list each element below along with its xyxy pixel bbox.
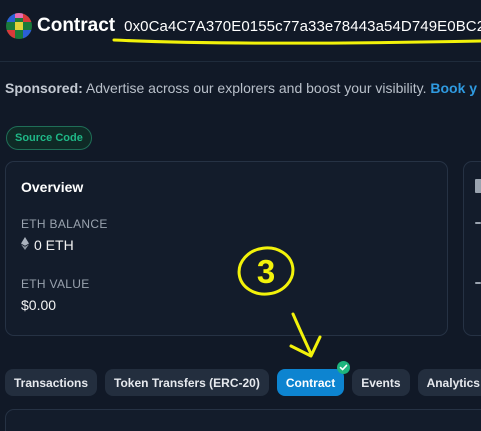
verified-check-icon	[337, 361, 351, 374]
source-code-badge[interactable]: Source Code	[6, 126, 92, 150]
tab-content-card	[5, 409, 481, 431]
sponsored-label: Sponsored:	[5, 80, 83, 96]
tab-contract[interactable]: Contract	[276, 361, 351, 396]
tab-transactions[interactable]: Transactions	[5, 369, 98, 396]
contract-tabs: Transactions Token Transfers (ERC-20) Co…	[5, 361, 481, 397]
sponsored-banner: Sponsored: Advertise across our explorer…	[5, 80, 477, 96]
tab-events[interactable]: Events	[352, 369, 410, 396]
tab-contract-label: Contract	[285, 375, 336, 390]
tab-token-transfers[interactable]: Token Transfers (ERC-20)	[105, 369, 269, 396]
eth-value-amount: $0.00	[21, 297, 57, 313]
overview-title: Overview	[21, 179, 84, 195]
contract-address[interactable]: 0x0Ca4C7A370E0155c77a33e78443a54D749E0BC…	[124, 18, 481, 35]
page-header: Contract 0x0Ca4C7A370E0155c77a33e78443a5…	[6, 10, 481, 42]
sponsored-text: Advertise across our explorers and boost…	[85, 80, 427, 96]
eth-balance-amount: 0 ETH	[34, 237, 74, 253]
contract-avatar-icon	[6, 13, 32, 39]
more-info-card-label-fragment	[475, 222, 481, 224]
tab-analytics[interactable]: Analytics	[417, 369, 481, 396]
more-info-card	[463, 161, 481, 336]
sponsored-link[interactable]: Book y	[430, 80, 477, 96]
more-info-card-title-fragment	[475, 179, 481, 193]
eth-balance-label: ETH BALANCE	[21, 217, 108, 231]
ethereum-icon	[21, 237, 29, 253]
header-divider	[0, 61, 481, 62]
overview-card: Overview ETH BALANCE 0 ETH ETH VALUE $0.…	[5, 161, 448, 336]
page-title: Contract	[37, 15, 116, 36]
page: Contract 0x0Ca4C7A370E0155c77a33e78443a5…	[0, 0, 481, 431]
eth-value-label: ETH VALUE	[21, 277, 90, 291]
eth-balance-value: 0 ETH	[21, 237, 74, 253]
more-info-card-label-fragment	[475, 282, 481, 284]
